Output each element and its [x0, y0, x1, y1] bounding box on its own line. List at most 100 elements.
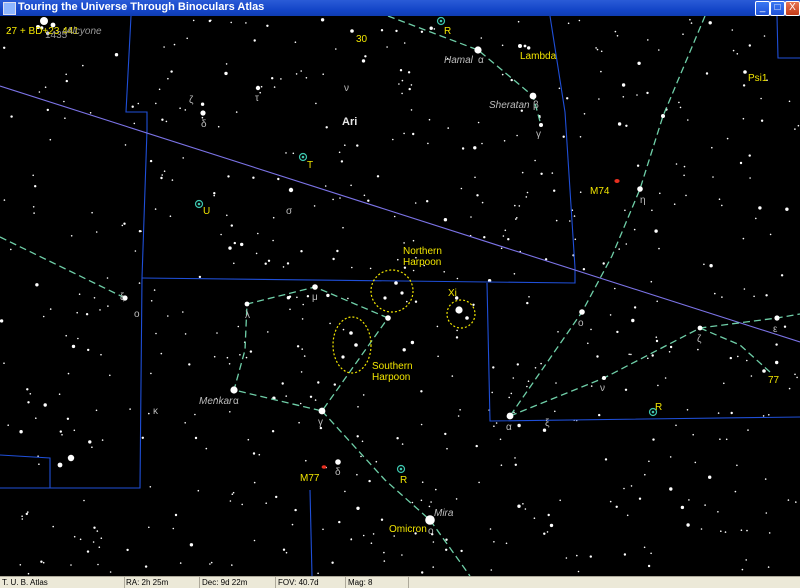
background-star [421, 571, 424, 574]
background-star [683, 174, 685, 177]
u-label[interactable]: U [203, 206, 210, 217]
background-star [306, 295, 310, 298]
background-star [182, 311, 184, 313]
delta-ari-star[interactable] [200, 110, 206, 116]
background-star [361, 440, 364, 443]
mira-label[interactable]: Mira [434, 508, 454, 519]
background-star [7, 424, 9, 427]
alcyone-star[interactable] [40, 17, 48, 25]
background-star [106, 277, 109, 279]
background-star [137, 102, 140, 105]
hamal-star[interactable] [474, 46, 482, 54]
background-star [150, 300, 153, 302]
background-star [133, 122, 136, 125]
southern-harpoon-label-2[interactable]: Harpoon [372, 372, 410, 383]
background-star [167, 77, 169, 80]
menkar-star[interactable] [230, 386, 238, 394]
seventyseven-star[interactable] [762, 369, 766, 373]
lambda-ari-star[interactable] [518, 44, 522, 48]
background-star [107, 305, 109, 307]
background-star [401, 92, 403, 95]
background-star [491, 391, 494, 394]
sheratan-label[interactable]: Sheratan [489, 100, 530, 111]
background-star [350, 184, 352, 187]
background-star [325, 126, 328, 129]
delta-cet-star[interactable] [335, 459, 341, 465]
alcyone-label[interactable]: Alcyone [65, 26, 102, 37]
background-star [647, 564, 651, 568]
close-button[interactable]: X [785, 1, 800, 16]
galaxy-m77-icon[interactable] [321, 465, 327, 469]
menkar-label[interactable]: Menkar [199, 396, 233, 407]
r-cet-label[interactable]: R [400, 475, 407, 486]
psi1-star[interactable] [743, 70, 747, 74]
alpha-psc-star[interactable] [506, 412, 514, 420]
m74-label[interactable]: M74 [590, 186, 610, 197]
eta-psc-star[interactable] [637, 186, 643, 192]
background-star [437, 355, 439, 358]
southern-harpoon-label-1[interactable]: Southern [372, 361, 413, 372]
northern-harpoon-label-1[interactable]: Northern [403, 246, 442, 257]
lambda-label[interactable]: Lambda [520, 51, 557, 62]
background-star [332, 257, 335, 261]
background-star [517, 20, 520, 23]
background-star [755, 217, 757, 220]
ngc1435-label[interactable]: 1435 [45, 30, 68, 41]
background-star [360, 455, 362, 458]
background-star [300, 250, 303, 253]
t-label[interactable]: T [307, 160, 313, 171]
omicron-label[interactable]: Omicron [389, 524, 427, 535]
psi1-label[interactable]: Psi1 [748, 73, 768, 84]
m77-label[interactable]: M77 [300, 473, 320, 484]
background-star [163, 46, 165, 48]
background-star [78, 293, 81, 296]
gamma-cet-star[interactable] [318, 407, 326, 415]
lambda-cet-star[interactable] [244, 301, 250, 307]
background-star [500, 247, 503, 250]
background-star [200, 102, 205, 106]
northern-harpoon-label-2[interactable]: Harpoon [403, 257, 441, 268]
zeta-psc-star[interactable] [697, 325, 703, 331]
gamma-ari-star[interactable] [539, 123, 543, 127]
star-chart[interactable]: Ari M74 M77 T U R R R Lambda Psi1 30 77 … [0, 16, 800, 576]
background-star [155, 332, 157, 335]
background-star [281, 382, 284, 385]
background-star [292, 152, 295, 155]
epsilon-psc-star[interactable] [774, 315, 780, 321]
background-star [10, 248, 12, 251]
r-psc-label[interactable]: R [655, 402, 662, 413]
background-star [362, 394, 365, 396]
r-ari-label[interactable]: R [444, 26, 451, 37]
maximize-button[interactable]: □ [770, 1, 785, 16]
background-star [64, 117, 66, 119]
thirty-ari-star[interactable] [350, 29, 354, 33]
background-star [432, 541, 435, 543]
background-star [241, 503, 243, 506]
nu-psc-star[interactable] [602, 376, 606, 380]
xi-star[interactable] [455, 306, 463, 314]
background-star [447, 127, 450, 129]
hamal-label[interactable]: Hamal [444, 55, 474, 66]
background-star [76, 311, 78, 314]
title-bar[interactable]: Touring the Universe Through Binoculars … [0, 0, 800, 16]
omicron-psc-star[interactable] [579, 309, 585, 315]
background-star [161, 174, 163, 176]
sigma-ari-star[interactable] [288, 187, 294, 193]
minimize-button[interactable]: _ [755, 1, 770, 16]
background-star [731, 29, 734, 31]
seventyseven-label[interactable]: 77 [768, 375, 780, 386]
mu-cet-star[interactable] [312, 284, 318, 290]
background-star [267, 331, 269, 333]
background-star [380, 29, 384, 32]
background-star [209, 563, 211, 565]
background-star [188, 363, 191, 366]
galaxy-m74-icon[interactable] [614, 179, 620, 183]
xi-label[interactable]: Xi [448, 288, 457, 299]
greek-beta: β [533, 100, 539, 111]
harpoon-star[interactable] [385, 315, 391, 321]
background-star [271, 430, 275, 433]
sheratan-star[interactable] [529, 92, 537, 100]
tau-ari-star[interactable] [255, 85, 261, 91]
thirty-label[interactable]: 30 [356, 34, 368, 45]
background-star [651, 209, 653, 212]
